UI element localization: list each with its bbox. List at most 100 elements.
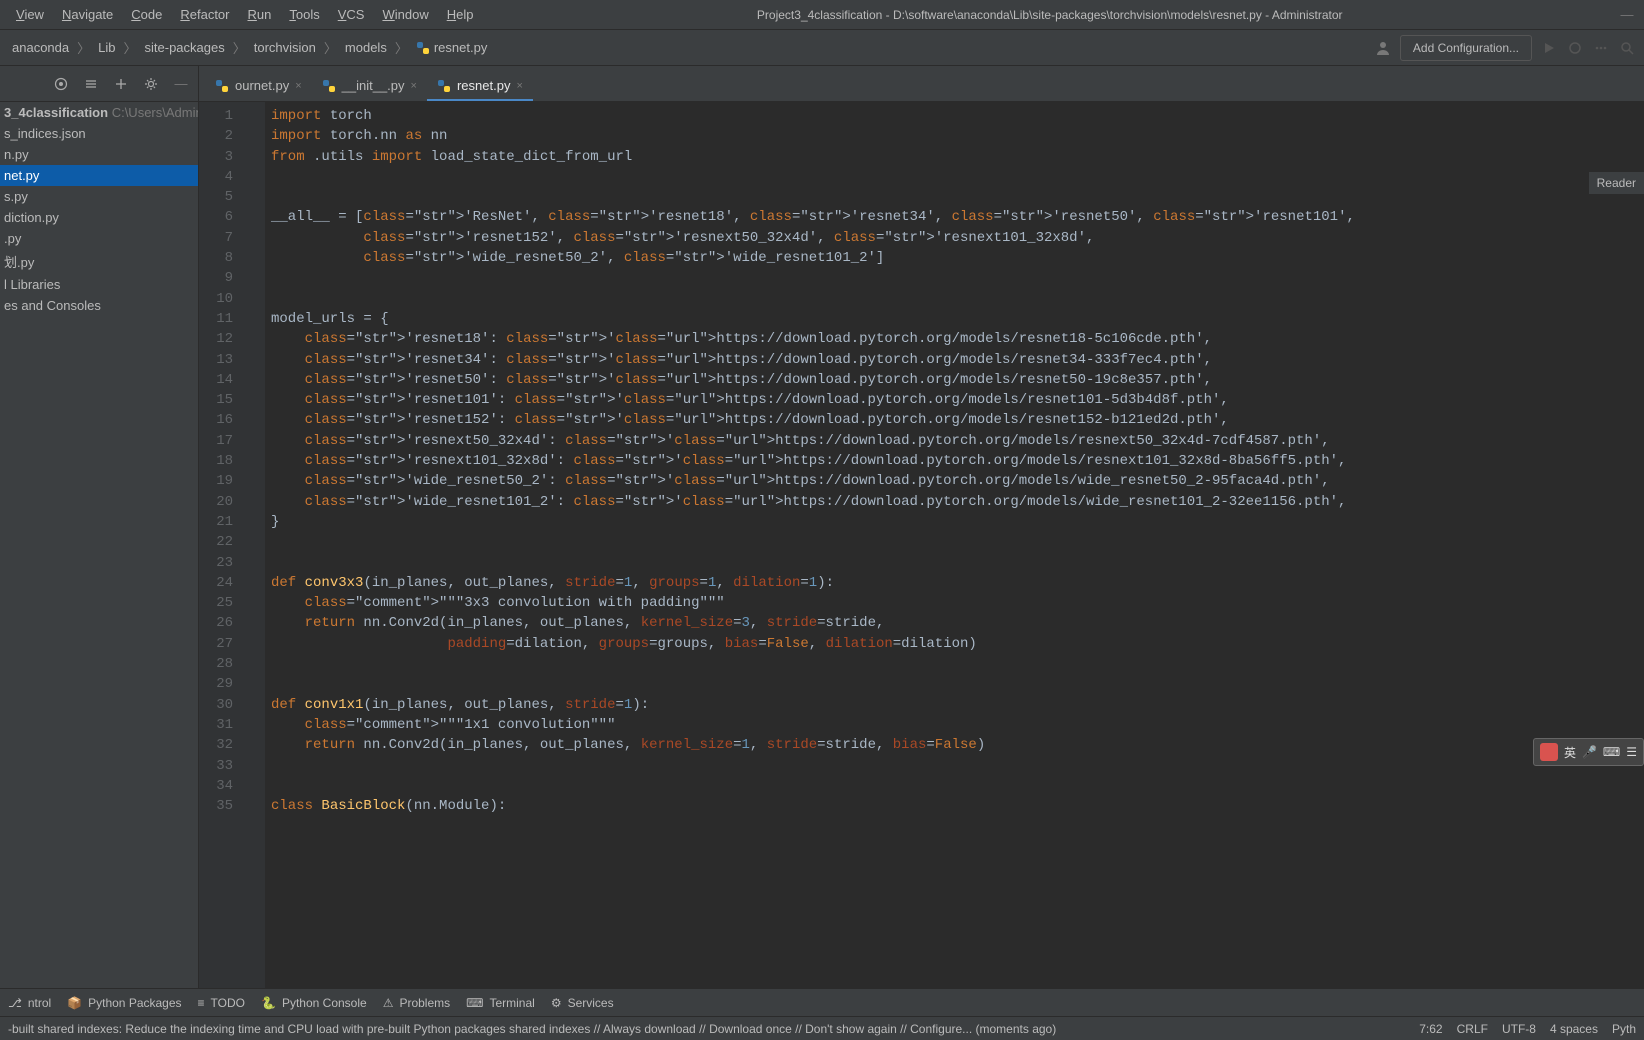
- code-line: padding=dilation, groups=groups, bias=Fa…: [271, 634, 1644, 654]
- tool-icon: ⚠: [383, 996, 394, 1010]
- tool-icon: ⚙: [551, 996, 562, 1010]
- tree-item[interactable]: s.py: [0, 186, 198, 207]
- code-line: def conv3x3(in_planes, out_planes, strid…: [271, 573, 1644, 593]
- line-number: 32: [199, 735, 253, 755]
- minimize-icon[interactable]: —: [1618, 6, 1636, 24]
- code-line: def conv1x1(in_planes, out_planes, strid…: [271, 695, 1644, 715]
- line-number: 11: [199, 309, 253, 329]
- line-number: 14: [199, 370, 253, 390]
- menu-item-run[interactable]: Run: [240, 3, 280, 26]
- tree-item[interactable]: net.py: [0, 165, 198, 186]
- breadcrumb-item[interactable]: resnet.py: [412, 38, 491, 58]
- tree-item[interactable]: es and Consoles: [0, 295, 198, 316]
- gear-icon[interactable]: [142, 75, 160, 93]
- menu-item-view[interactable]: View: [8, 3, 52, 26]
- line-number: 20: [199, 492, 253, 512]
- tree-item[interactable]: 划.py: [0, 249, 198, 274]
- code-line: [271, 654, 1644, 674]
- target-icon[interactable]: [52, 75, 70, 93]
- line-number: 9: [199, 268, 253, 288]
- code-line: class="str">'resnet152': class="str">'cl…: [271, 410, 1644, 430]
- code-line: [271, 268, 1644, 288]
- tree-item[interactable]: .py: [0, 228, 198, 249]
- ime-toolbar[interactable]: 英 🎤 ⌨ ☰: [1533, 738, 1644, 766]
- hide-icon[interactable]: —: [172, 75, 190, 93]
- status-cell[interactable]: UTF-8: [1502, 1022, 1536, 1036]
- menu-item-vcs[interactable]: VCS: [330, 3, 373, 26]
- ime-menu-icon[interactable]: ☰: [1626, 745, 1637, 759]
- add-configuration-button[interactable]: Add Configuration...: [1400, 35, 1532, 61]
- bottom-tool-todo[interactable]: ≡TODO: [198, 996, 245, 1010]
- bottom-tool-python-packages[interactable]: 📦Python Packages: [67, 996, 181, 1010]
- project-tree[interactable]: 3_4classification C:\Users\Administrs_in…: [0, 102, 198, 988]
- bottom-tool-ntrol[interactable]: ⎇ntrol: [8, 996, 51, 1010]
- line-number: 7: [199, 228, 253, 248]
- debug-icon[interactable]: [1566, 39, 1584, 57]
- line-number: 27: [199, 634, 253, 654]
- bottom-tool-terminal[interactable]: ⌨Terminal: [466, 996, 535, 1010]
- breadcrumb-item[interactable]: site-packages: [141, 38, 229, 57]
- code-line: }: [271, 512, 1644, 532]
- line-number: 23: [199, 553, 253, 573]
- line-number: 24: [199, 573, 253, 593]
- more-icon[interactable]: [1592, 39, 1610, 57]
- user-icon[interactable]: [1374, 39, 1392, 57]
- breadcrumb-item[interactable]: torchvision: [250, 38, 320, 57]
- status-bar: -built shared indexes: Reduce the indexi…: [0, 1016, 1644, 1040]
- status-cell[interactable]: 7:62: [1419, 1022, 1442, 1036]
- run-icon[interactable]: [1540, 39, 1558, 57]
- status-cell[interactable]: Pyth: [1612, 1022, 1636, 1036]
- breadcrumb-sep: 〉: [124, 38, 137, 57]
- tree-item[interactable]: l Libraries: [0, 274, 198, 295]
- close-icon[interactable]: ×: [411, 80, 417, 92]
- collapse-icon[interactable]: [112, 75, 130, 93]
- bottom-tool-problems[interactable]: ⚠Problems: [383, 996, 450, 1010]
- menu-item-code[interactable]: Code: [123, 3, 170, 26]
- menu-item-window[interactable]: Window: [374, 3, 436, 26]
- close-icon[interactable]: ×: [516, 80, 522, 92]
- status-cell[interactable]: CRLF: [1457, 1022, 1488, 1036]
- expand-icon[interactable]: [82, 75, 100, 93]
- editor-tab[interactable]: __init__.py×: [312, 72, 427, 101]
- code-line: import torch.nn as nn: [271, 126, 1644, 146]
- breadcrumb-item[interactable]: anaconda: [8, 38, 73, 57]
- code-line: class="str">'resnet152', class="str">'re…: [271, 228, 1644, 248]
- code-line: class="comment">"""3x3 convolution with …: [271, 593, 1644, 613]
- editor-tab[interactable]: resnet.py×: [427, 72, 533, 101]
- menu-item-tools[interactable]: Tools: [281, 3, 327, 26]
- menu-item-navigate[interactable]: Navigate: [54, 3, 121, 26]
- line-number: 16: [199, 410, 253, 430]
- tree-item[interactable]: diction.py: [0, 207, 198, 228]
- code-line: class="str">'resnext50_32x4d': class="st…: [271, 431, 1644, 451]
- menu-item-help[interactable]: Help: [439, 3, 482, 26]
- menu-item-refactor[interactable]: Refactor: [172, 3, 237, 26]
- search-icon[interactable]: [1618, 39, 1636, 57]
- tree-item[interactable]: n.py: [0, 144, 198, 165]
- line-number: 1: [199, 106, 253, 126]
- code-line: [271, 289, 1644, 309]
- status-cell[interactable]: 4 spaces: [1550, 1022, 1598, 1036]
- line-number: 8: [199, 248, 253, 268]
- ime-voice-icon[interactable]: 🎤: [1582, 745, 1597, 759]
- line-number: 30: [199, 695, 253, 715]
- code-line: [271, 553, 1644, 573]
- tool-icon: ≡: [198, 996, 205, 1010]
- code-editor[interactable]: import torchimport torch.nn as nnfrom .u…: [265, 102, 1644, 988]
- reader-mode-tab[interactable]: Reader: [1589, 172, 1644, 194]
- tree-header[interactable]: 3_4classification C:\Users\Administr: [0, 102, 198, 123]
- line-number: 29: [199, 674, 253, 694]
- title-bar: FileEditViewNavigateCodeRefactorRunTools…: [0, 0, 1644, 30]
- code-line: class="str">'resnet18': class="str">'cla…: [271, 329, 1644, 349]
- bottom-tool-services[interactable]: ⚙Services: [551, 996, 614, 1010]
- tree-item[interactable]: s_indices.json: [0, 123, 198, 144]
- nav-bar: anaconda〉Lib〉site-packages〉torchvision〉m…: [0, 30, 1644, 66]
- ime-keyboard-icon[interactable]: ⌨: [1603, 745, 1620, 759]
- bottom-tool-python-console[interactable]: 🐍Python Console: [261, 996, 367, 1010]
- editor-tab[interactable]: ournet.py×: [205, 72, 312, 101]
- close-icon[interactable]: ×: [295, 80, 301, 92]
- line-number: 34: [199, 776, 253, 796]
- breadcrumb-item[interactable]: Lib: [94, 38, 119, 57]
- line-number: 33: [199, 756, 253, 776]
- breadcrumb-item[interactable]: models: [341, 38, 391, 57]
- editor-area: ournet.py×__init__.py×resnet.py× 1234567…: [199, 66, 1644, 988]
